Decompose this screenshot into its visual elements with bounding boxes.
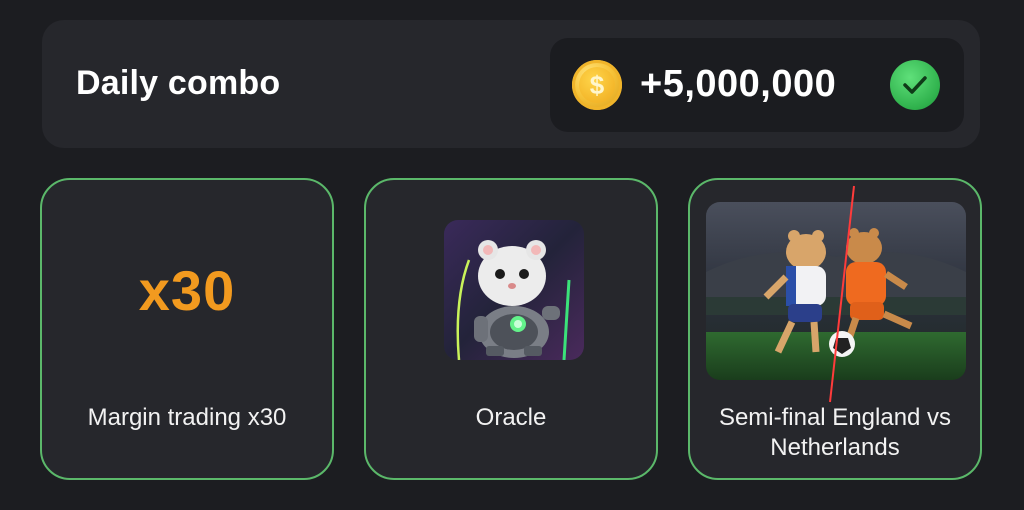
checkmark-icon [890,60,940,110]
combo-card-semi-final[interactable]: Semi-final England vs Netherlands [688,178,982,480]
coin-icon: $ [572,60,622,110]
reward-amount: +5,000,000 [640,63,837,105]
combo-card-oracle[interactable]: Oracle [364,178,658,480]
page-title: Daily combo [76,64,281,102]
card-label: Margin trading x30 [87,404,287,431]
coin-symbol: $ [579,67,615,103]
strike-line [829,185,855,403]
combo-card-margin-trading[interactable]: x30 Margin trading x30 [40,178,334,480]
daily-combo-header: Daily combo $ +5,000,000 [42,20,980,148]
hamster-robot-image [444,220,584,360]
multiplier-graphic: x30 [138,259,236,322]
card-label: Oracle [475,404,547,431]
reward-pill: $ +5,000,000 [550,38,964,132]
